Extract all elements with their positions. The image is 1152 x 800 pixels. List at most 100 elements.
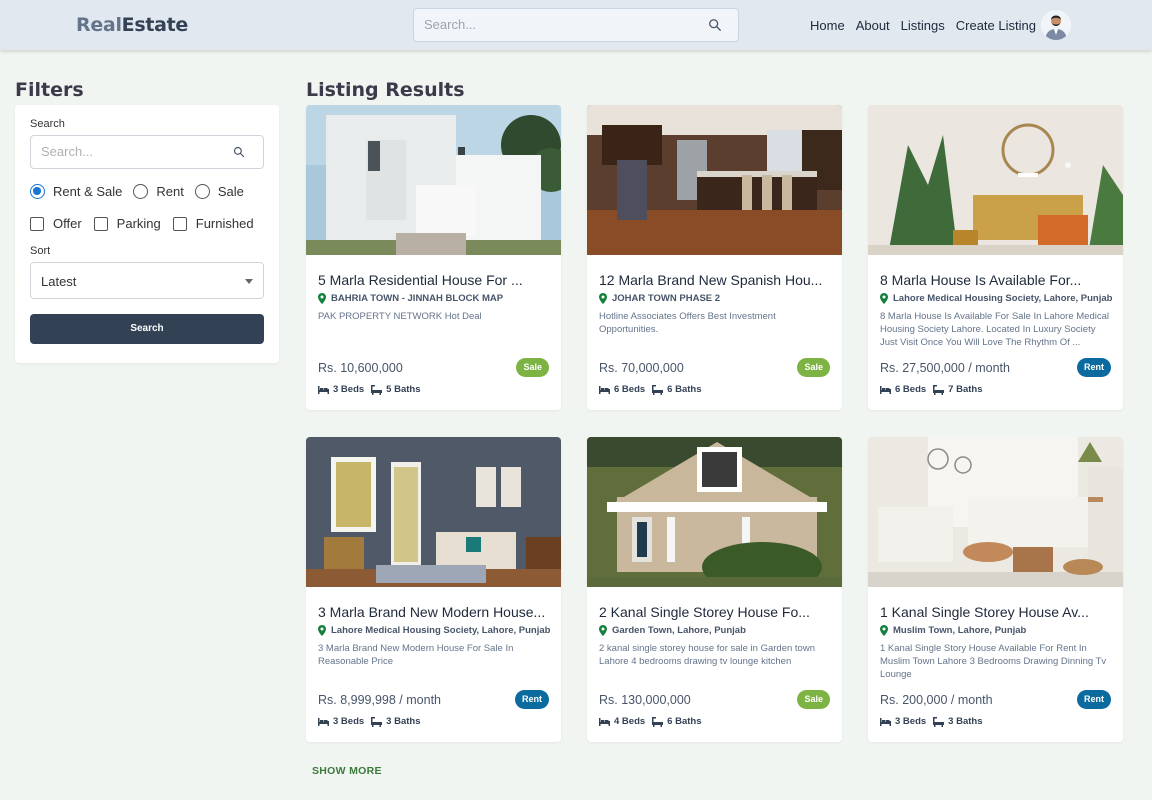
listing-type-badge: Sale — [516, 358, 549, 377]
listing-image[interactable] — [587, 105, 842, 255]
bed-icon — [880, 385, 891, 394]
checkbox[interactable] — [30, 216, 44, 231]
location-pin-icon — [880, 625, 888, 636]
radio-button[interactable] — [194, 184, 210, 199]
listing-card[interactable]: 8 Marla House Is Available For... Lahore… — [868, 105, 1123, 410]
location-text: BAHRIA TOWN - JINNAH BLOCK MAP — [331, 293, 504, 304]
avatar-image — [1041, 10, 1071, 40]
listing-type-badge: Sale — [797, 358, 830, 377]
header-search-input[interactable] — [424, 17, 694, 32]
listing-type-badge: Sale — [797, 690, 830, 709]
checkbox[interactable] — [93, 216, 108, 231]
listing-card[interactable]: 3 Marla Brand New Modern House... Lahore… — [306, 437, 561, 742]
amenities-checkbox-group: Offer Parking Furnished — [30, 216, 266, 231]
checkbox-furnished[interactable]: Furnished — [172, 216, 254, 231]
main-nav: Home About Listings Create Listing — [810, 18, 1036, 33]
beds-count: 3 Beds — [333, 384, 365, 395]
listing-card[interactable]: 5 Marla Residential House For ... BAHRIA… — [306, 105, 561, 410]
checkbox-offer[interactable]: Offer — [30, 216, 82, 231]
logo-part-estate: Estate — [121, 14, 189, 36]
listing-image[interactable] — [868, 105, 1123, 255]
listing-price: Rs. 200,000 / month — [880, 693, 993, 707]
listing-type-radio-group: Rent & Sale Rent Sale — [30, 184, 255, 199]
bed-icon — [318, 385, 329, 394]
radio-label: Rent — [156, 184, 184, 199]
listing-location: Garden Town, Lahore, Punjab — [599, 625, 746, 636]
bath-icon — [933, 716, 945, 727]
radio-label: Rent & Sale — [53, 184, 123, 199]
listing-location: Lahore Medical Housing Society, Lahore, … — [318, 625, 550, 636]
listing-image[interactable] — [306, 437, 561, 587]
beds-count: 3 Beds — [333, 716, 365, 727]
bed-icon — [880, 717, 891, 726]
radio-button-checked[interactable] — [30, 184, 45, 199]
location-pin-icon — [880, 293, 888, 304]
nav-home[interactable]: Home — [810, 18, 845, 33]
baths-count: 7 Baths — [948, 384, 983, 395]
location-text: Lahore Medical Housing Society, Lahore, … — [331, 625, 551, 636]
baths-count: 6 Baths — [667, 716, 702, 727]
listing-price: Rs. 8,999,998 / month — [318, 693, 441, 707]
filter-search-input[interactable] — [41, 144, 221, 159]
listing-location: BAHRIA TOWN - JINNAH BLOCK MAP — [318, 293, 503, 304]
radio-rent-and-sale[interactable]: Rent & Sale — [30, 184, 122, 199]
location-text: Garden Town, Lahore, Punjab — [612, 625, 746, 636]
search-button[interactable]: Search — [30, 314, 264, 344]
bed-icon — [599, 385, 610, 394]
baths-count: 6 Baths — [667, 384, 702, 395]
listing-features: 6 Beds 6 Baths — [599, 384, 701, 395]
filters-panel: Search Rent & Sale Rent Sale Offer Parki… — [15, 105, 279, 363]
checkbox-parking[interactable]: Parking — [93, 216, 161, 231]
baths-count: 5 Baths — [386, 384, 421, 395]
bed-icon — [318, 717, 329, 726]
baths-count: 3 Baths — [948, 716, 983, 727]
nav-listings[interactable]: Listings — [901, 18, 945, 33]
checkbox-label: Parking — [116, 216, 161, 231]
listing-card[interactable]: 2 Kanal Single Storey House Fo... Garden… — [587, 437, 842, 742]
logo[interactable]: RealEstate — [76, 14, 188, 36]
listing-description: 1 Kanal Single Story House Available For… — [880, 643, 1107, 680]
listing-price: Rs. 10,600,000 — [318, 361, 403, 375]
logo-part-real: Real — [76, 14, 122, 36]
search-icon[interactable] — [233, 146, 245, 158]
listing-price: Rs. 130,000,000 — [599, 693, 691, 707]
listing-title[interactable]: 8 Marla House Is Available For... — [880, 272, 1081, 288]
listing-location: JOHAR TOWN PHASE 2 — [599, 293, 720, 304]
bath-icon — [652, 716, 664, 727]
listing-title[interactable]: 2 Kanal Single Storey House Fo... — [599, 604, 810, 620]
radio-sale[interactable]: Sale — [194, 184, 244, 199]
radio-button[interactable] — [133, 184, 149, 199]
filters-heading: Filters — [15, 79, 84, 101]
baths-count: 3 Baths — [386, 716, 421, 727]
beds-count: 6 Beds — [895, 384, 927, 395]
nav-about[interactable]: About — [856, 18, 890, 33]
listing-image[interactable] — [306, 105, 561, 255]
listing-title[interactable]: 5 Marla Residential House For ... — [318, 272, 523, 288]
filter-search-field — [30, 135, 264, 169]
listing-title[interactable]: 12 Marla Brand New Spanish Hou... — [599, 272, 822, 288]
listing-card[interactable]: 1 Kanal Single Storey House Av... Muslim… — [868, 437, 1123, 742]
nav-create-listing[interactable]: Create Listing — [956, 18, 1036, 33]
bath-icon — [652, 384, 664, 395]
sort-select[interactable]: Latest — [30, 262, 264, 299]
listing-image[interactable] — [587, 437, 842, 587]
listing-title[interactable]: 3 Marla Brand New Modern House... — [318, 604, 545, 620]
search-icon[interactable] — [708, 18, 722, 32]
sort-value: Latest — [41, 274, 77, 289]
listing-title[interactable]: 1 Kanal Single Storey House Av... — [880, 604, 1089, 620]
listing-card[interactable]: 12 Marla Brand New Spanish Hou... JOHAR … — [587, 105, 842, 410]
listing-features: 6 Beds 7 Baths — [880, 384, 982, 395]
listing-image[interactable] — [868, 437, 1123, 587]
listing-features: 3 Beds 3 Baths — [880, 716, 982, 727]
listing-features: 3 Beds 3 Baths — [318, 716, 420, 727]
bath-icon — [371, 716, 383, 727]
listing-location: Muslim Town, Lahore, Punjab — [880, 625, 1026, 636]
location-pin-icon — [599, 625, 607, 636]
user-avatar[interactable] — [1041, 10, 1071, 40]
location-text: Muslim Town, Lahore, Punjab — [893, 625, 1027, 636]
listing-price: Rs. 27,500,000 / month — [880, 361, 1010, 375]
checkbox-label: Furnished — [195, 216, 254, 231]
checkbox[interactable] — [172, 216, 187, 231]
radio-rent[interactable]: Rent — [133, 184, 184, 199]
show-more-button[interactable]: SHOW MORE — [312, 765, 382, 777]
